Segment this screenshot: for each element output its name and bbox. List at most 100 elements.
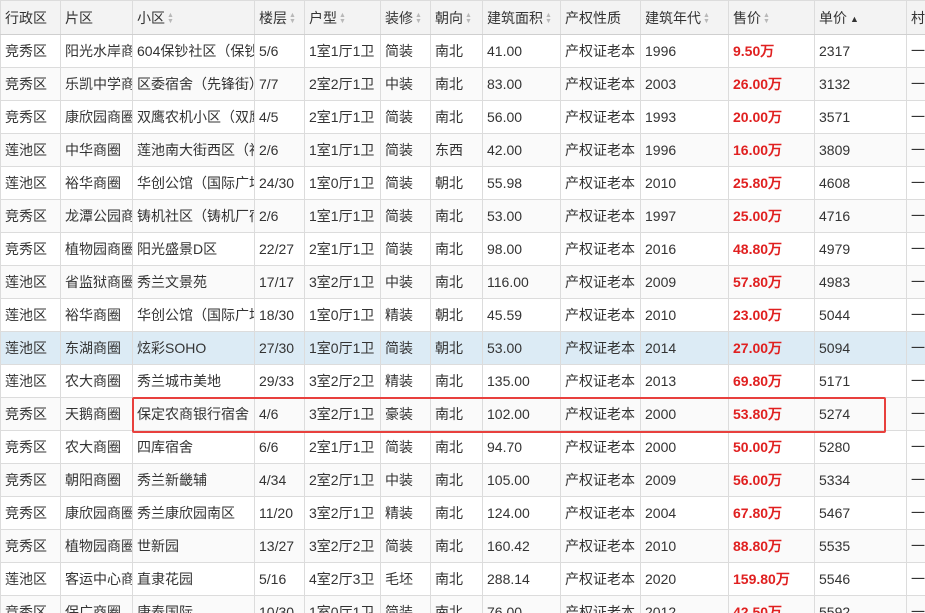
column-header[interactable]: 行政区: [0, 0, 61, 35]
column-header[interactable]: 村: [906, 0, 925, 35]
table-cell: 产权证老本: [560, 199, 641, 233]
table-cell: 5274: [814, 397, 907, 431]
table-row[interactable]: 莲池区 中华商圈 莲池南大街西区（裕 2/6 1室1厅1卫 简装 东西 42.00 产权证老本 1…: [0, 133, 925, 167]
table-cell: 产权证老本: [560, 34, 641, 68]
table-cell: 东西: [430, 133, 483, 167]
column-header[interactable]: 装修 ▲ ▼: [380, 0, 431, 35]
table-cell: 华创公馆（国际广场: [132, 166, 255, 200]
table-cell: 莲池南大街西区（裕: [132, 133, 255, 167]
sort-icon[interactable]: ▲ ▼: [289, 12, 296, 25]
table-cell: 2室1厅1卫: [304, 100, 381, 134]
table-row[interactable]: 莲池区客运中心商圈直隶花园5/164室2厅3卫毛坯南北288.14产权证老本20…: [0, 562, 925, 596]
table-cell: 产权证老本: [560, 232, 641, 266]
column-header-label: 建筑面积: [487, 9, 543, 26]
table-cell: 一: [906, 34, 925, 68]
table-cell: 4983: [814, 265, 907, 299]
table-cell: 一: [906, 265, 925, 299]
table-row[interactable]: 莲池区 裕华商圈 华创公馆（国际广场 24/30 1室0厅1卫 简装 朝北 55.98 产权证老…: [0, 166, 925, 200]
table-cell: 1993: [640, 100, 729, 134]
column-header[interactable]: 朝向 ▲ ▼: [430, 0, 483, 35]
sort-icon[interactable]: ▲ ▼: [167, 12, 174, 25]
sort-icon[interactable]: ▲ ▼: [763, 12, 770, 25]
table-cell: 3571: [814, 100, 907, 134]
table-row[interactable]: 竞秀区 天鹅商圈 保定农商银行宿舍 4/6 3室2厅1卫 豪装 南北 102.00 产权证老本 2…: [0, 397, 925, 431]
table-cell: 产权证老本: [560, 166, 641, 200]
table-cell: 1室1厅1卫: [304, 34, 381, 68]
table-cell: 产权证老本: [560, 496, 641, 530]
table-row[interactable]: 莲池区 省监狱商圈 秀兰文景苑 17/17 3室2厅1卫 中装 南北 116.00 产权证老本 2…: [0, 265, 925, 299]
table-cell: 世新园: [132, 529, 255, 563]
table-cell: 秀兰康欣园南区: [132, 496, 255, 530]
table-cell: 1室1厅1卫: [304, 133, 381, 167]
table-row[interactable]: 竞秀区 植物园商圈 世新园 13/27 3室2厅2卫 简装 南北 160.42 产权证老本 201…: [0, 529, 925, 563]
table-cell: 直隶花园: [132, 562, 255, 596]
sort-icon[interactable]: ▲ ▼: [545, 12, 552, 25]
table-cell: 13/27: [254, 529, 305, 563]
table-row[interactable]: 竞秀区 农大商圈 四库宿舍 6/6 2室1厅1卫 简装 南北 94.70 产权证老本 2000 50…: [0, 430, 925, 464]
column-header[interactable]: 售价 ▲ ▼: [728, 0, 815, 35]
table-row[interactable]: 莲池区 裕华商圈 华创公馆（国际广场 18/30 1室0厅1卫 精装 朝北 45.59 产权证老…: [0, 298, 925, 332]
column-header-label: 行政区: [5, 9, 47, 26]
table-cell: 5094: [814, 331, 907, 365]
column-header[interactable]: 楼层 ▲ ▼: [254, 0, 305, 35]
table-cell: 102.00: [482, 397, 561, 431]
column-header-label: 朝向: [435, 9, 463, 26]
table-cell: 莲池区: [0, 265, 61, 299]
table-cell: 产权证老本: [560, 298, 641, 332]
table-row[interactable]: 竞秀区 康欣园商圈 秀兰康欣园南区 11/20 3室2厅1卫 精装 南北 124.00 产权证老…: [0, 496, 925, 530]
table-cell: 产权证老本: [560, 364, 641, 398]
table-cell: 2003: [640, 67, 729, 101]
table-cell: 一: [906, 67, 925, 101]
sort-icon[interactable]: ▲ ▼: [465, 12, 472, 25]
column-header[interactable]: 片区: [60, 0, 133, 35]
table-cell: 3室2厅1卫: [304, 265, 381, 299]
table-row[interactable]: 竞秀区乐凯中学商圈区委宿舍（先锋街）7/72室2厅1卫中装南北83.00产权证老…: [0, 67, 925, 101]
table-cell: 55.98: [482, 166, 561, 200]
table-row[interactable]: 竞秀区 朝阳商圈 秀兰新畿辅 4/34 2室2厅1卫 中装 南北 105.00 产权证老本 200…: [0, 463, 925, 497]
table-cell: 116.00: [482, 265, 561, 299]
table-cell: 朝北: [430, 166, 483, 200]
sort-icon[interactable]: ▲ ▼: [339, 12, 346, 25]
header-row: 行政区 片区 小区 ▲ ▼ 楼层 ▲ ▼ 户型 ▲ ▼ 装修 ▲ ▼ 朝向 ▲ ▼ 建筑面积 ▲ ▼ 产权性质 建筑年代 ▲…: [0, 0, 925, 35]
table-cell: 南北: [430, 364, 483, 398]
table-row[interactable]: 竞秀区龙潭公园商圈铸机社区（铸机厂宿2/61室1厅1卫简装南北53.00产权证老…: [0, 199, 925, 233]
table-cell: 2室1厅1卫: [304, 232, 381, 266]
table-row[interactable]: 竞秀区 保广商圈 康泰国际 10/30 1室0厅1卫 简装 南北 76.00 产权证老本 2012…: [0, 595, 925, 613]
table-cell: 6/6: [254, 430, 305, 464]
sort-icon[interactable]: ▲ ▼: [703, 12, 710, 25]
table-row[interactable]: 莲池区 东湖商圈 炫彩SOHO 27/30 1室0厅1卫 简装 朝北 53.00 产权证老本 20…: [0, 331, 925, 365]
table-row[interactable]: 竞秀区阳光水岸商圈604保钞社区（保钞5/61室1厅1卫简装南北41.00产权证…: [0, 34, 925, 68]
table-cell: 产权证老本: [560, 430, 641, 464]
table-cell: 9.50万: [728, 34, 815, 68]
table-cell: 26.00万: [728, 67, 815, 101]
listing-grid: 行政区 片区 小区 ▲ ▼ 楼层 ▲ ▼ 户型 ▲ ▼ 装修 ▲ ▼ 朝向 ▲ ▼ 建筑面积 ▲ ▼ 产权性质 建筑年代 ▲…: [0, 0, 925, 613]
table-cell: 88.80万: [728, 529, 815, 563]
column-header[interactable]: 户型 ▲ ▼: [304, 0, 381, 35]
table-cell: 南北: [430, 67, 483, 101]
table-row[interactable]: 竞秀区 康欣园商圈 双鹰农机小区（双鹰 4/5 2室1厅1卫 简装 南北 56.00 产权证老本…: [0, 100, 925, 134]
table-cell: 一: [906, 298, 925, 332]
table-cell: 莲池区: [0, 331, 61, 365]
table-cell: 2/6: [254, 133, 305, 167]
column-header[interactable]: 建筑年代 ▲ ▼: [640, 0, 729, 35]
table-cell: 56.00: [482, 100, 561, 134]
table-row[interactable]: 莲池区 农大商圈 秀兰城市美地 29/33 3室2厅2卫 精装 南北 135.00 产权证老本 2…: [0, 364, 925, 398]
table-cell: 2317: [814, 34, 907, 68]
table-row[interactable]: 竞秀区 植物园商圈 阳光盛景D区 22/27 2室1厅1卫 简装 南北 98.00 产权证老本 2…: [0, 232, 925, 266]
table-cell: 南北: [430, 397, 483, 431]
table-cell: 竞秀区: [0, 430, 61, 464]
table-cell: 简装: [380, 331, 431, 365]
column-header[interactable]: 小区 ▲ ▼: [132, 0, 255, 35]
sort-ascending-icon[interactable]: ▲: [850, 14, 859, 24]
column-header[interactable]: 建筑面积 ▲ ▼: [482, 0, 561, 35]
column-header[interactable]: 单价 ▲: [814, 0, 907, 35]
sort-icon[interactable]: ▲ ▼: [415, 12, 422, 25]
table-cell: 南北: [430, 496, 483, 530]
table-cell: 2010: [640, 166, 729, 200]
table-cell: 1997: [640, 199, 729, 233]
table-cell: 2020: [640, 562, 729, 596]
column-header-label: 售价: [733, 9, 761, 26]
table-cell: 5171: [814, 364, 907, 398]
column-header[interactable]: 产权性质: [560, 0, 641, 35]
table-cell: 2016: [640, 232, 729, 266]
